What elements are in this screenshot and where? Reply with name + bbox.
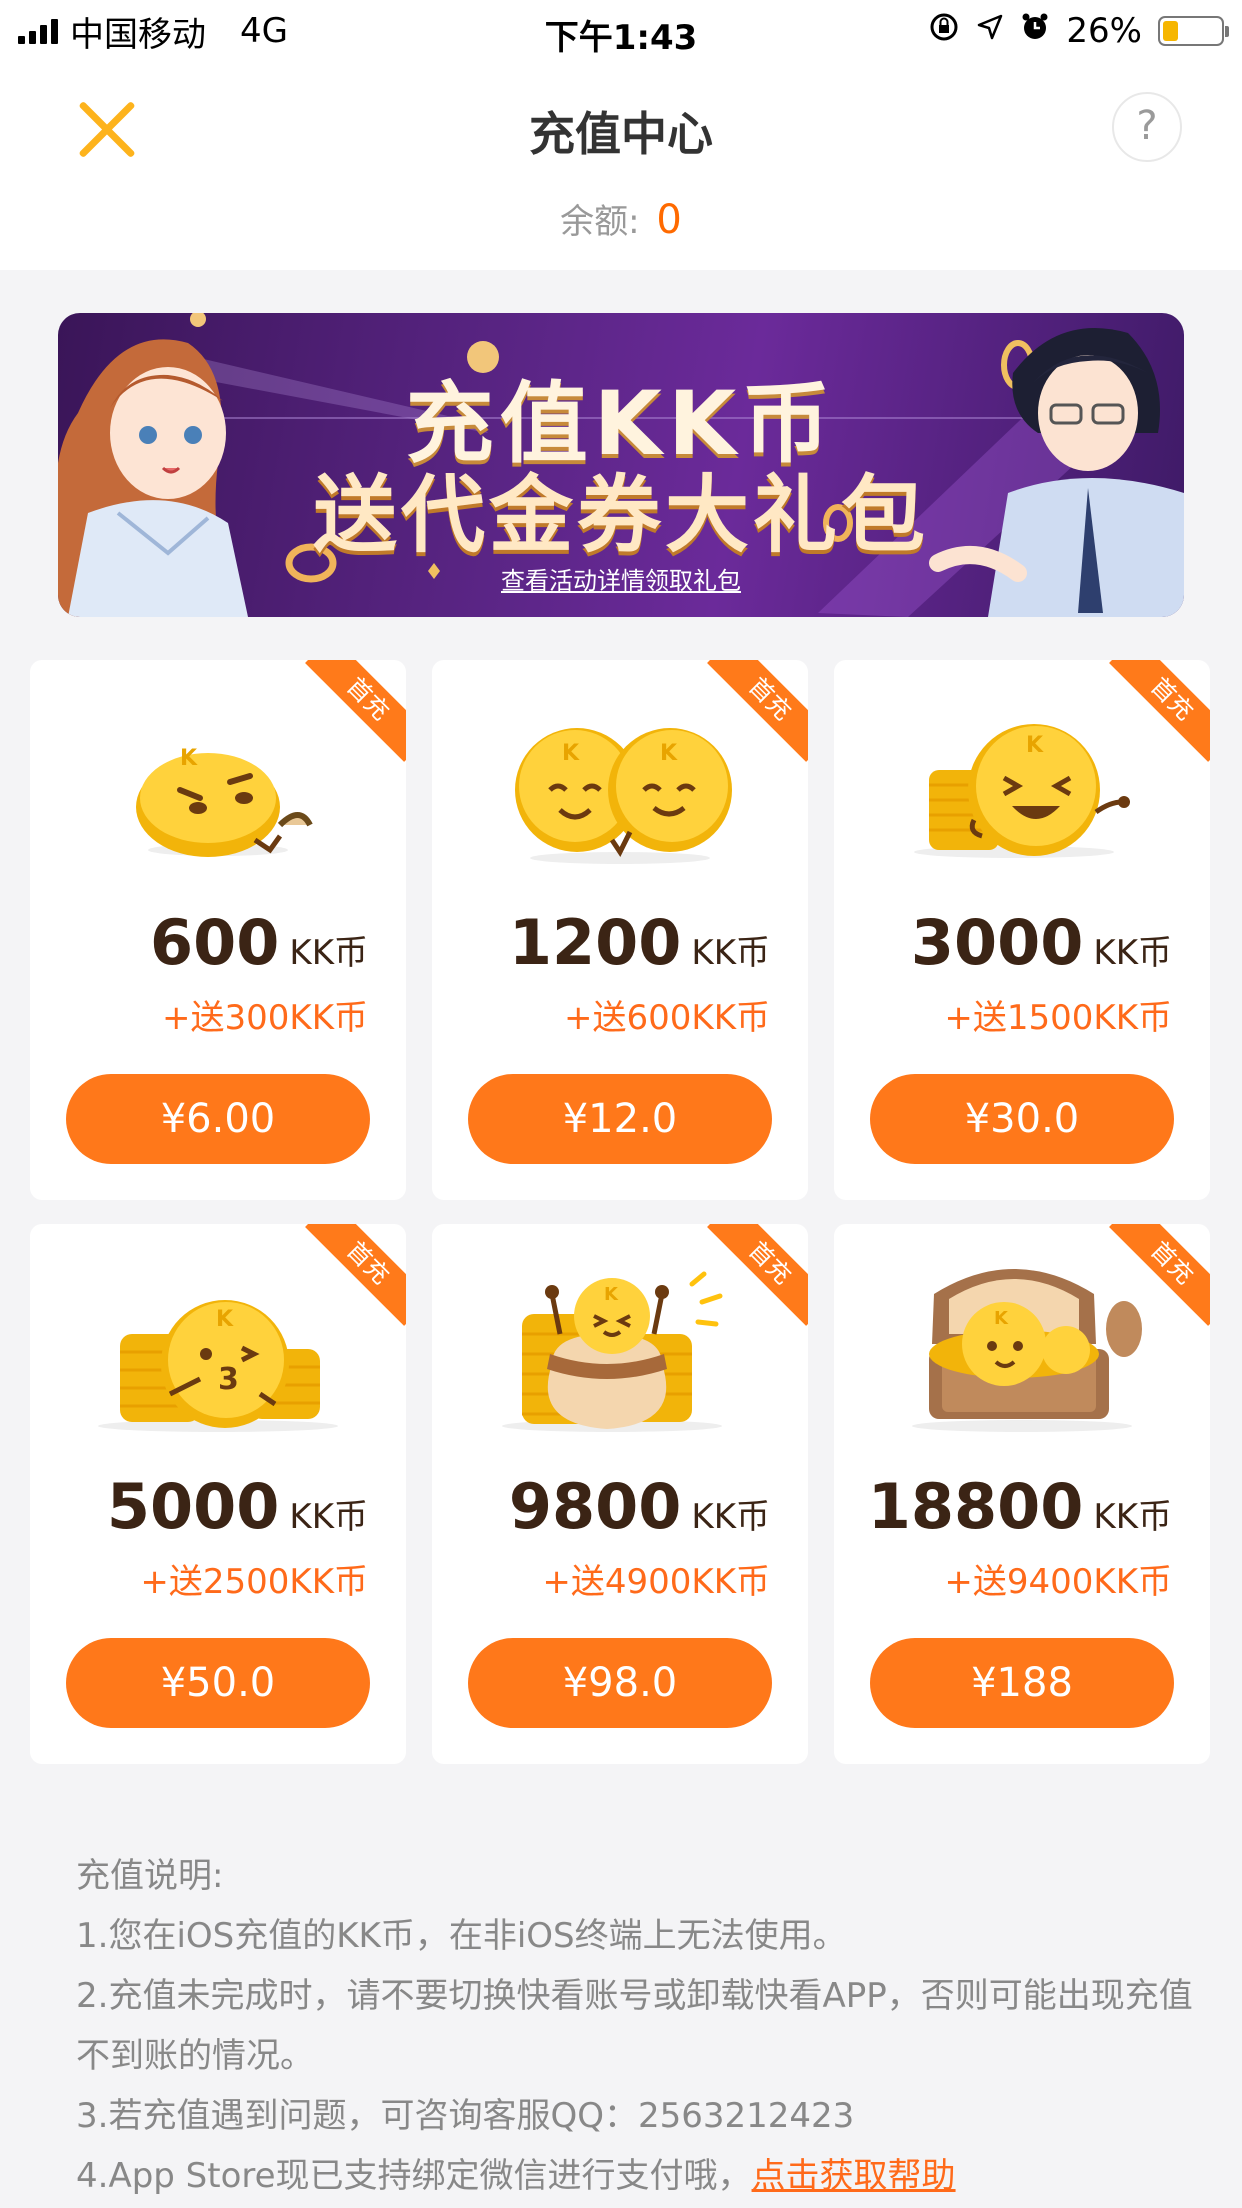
bonus-text: +送600KK币 (564, 998, 770, 1038)
coin-amount: 18800 (867, 1470, 1084, 1543)
notes-line-4-text: 4.App Store现已支持绑定微信进行支付哦， (76, 2156, 752, 2196)
package-card[interactable]: 首充 K 3 5000 KK币 +送2500KK币 ¥50.0 (30, 1224, 406, 1764)
coin-unit: KK币 (691, 933, 770, 973)
svg-text:3: 3 (218, 1362, 239, 1397)
banner-details-link[interactable]: 查看活动详情领取礼包 (58, 561, 1184, 596)
coin-unit: KK币 (289, 933, 368, 973)
alarm-icon (1020, 12, 1050, 50)
battery-icon (1158, 16, 1229, 46)
bonus-text: +送300KK币 (162, 998, 368, 1038)
balance-label: 余额: (560, 202, 640, 242)
coin-amount: 5000 (106, 1470, 280, 1543)
coin-stack-icon: K (914, 724, 1130, 858)
bonus-text: +送1500KK币 (944, 998, 1172, 1038)
package-amount: 600 KK币 (150, 906, 368, 979)
status-right: 26% (928, 10, 1229, 52)
banner-subtitle: 送代金券大礼包 (312, 466, 929, 564)
notes-line-3: 3.若充值遇到问题，可咨询客服QQ：2563212423 (76, 2096, 855, 2136)
status-bar: 中国移动 4G 下午1:43 26% (0, 0, 1242, 62)
page-title: 充值中心 (529, 107, 713, 161)
location-arrow-icon (976, 13, 1004, 49)
svg-text:K: K (180, 746, 198, 771)
package-amount: 1200 KK币 (509, 906, 770, 979)
double-coin-icon: K K (515, 728, 732, 864)
svg-text:K: K (216, 1307, 234, 1332)
notes-line-1: 1.您在iOS充值的KK币，在非iOS终端上无法使用。 (76, 1916, 847, 1956)
coin-bag-icon: K (502, 1271, 723, 1432)
coin-amount: 1200 (508, 906, 682, 979)
package-card[interactable]: 首充 K 9800 KK币 +送4900KK币 ¥98.0 (432, 1224, 808, 1764)
package-card[interactable]: 首充 K 3000 KK币 +送1500KK币 ¥30.0 (834, 660, 1210, 1200)
price-button[interactable]: ¥12.0 (468, 1074, 772, 1164)
bonus-text: +送2500KK币 (140, 1562, 368, 1602)
battery-percent: 26% (1066, 11, 1142, 51)
single-coin-icon: K (136, 746, 313, 857)
coin-unit: KK币 (1093, 1497, 1172, 1537)
treasure-chest-icon: K (912, 1269, 1142, 1432)
bonus-text: +送9400KK币 (944, 1562, 1172, 1602)
recharge-notes: 充值说明: 1.您在iOS充值的KK币，在非iOS终端上无法使用。 2.充值未完… (76, 1846, 1196, 2206)
coin-unit: KK币 (1093, 933, 1172, 973)
svg-text:K: K (562, 741, 580, 766)
coin-amount: 9800 (508, 1470, 682, 1543)
coin-amount: 600 (149, 906, 280, 979)
svg-text:K: K (1026, 733, 1044, 758)
balance-value: 0 (656, 197, 682, 243)
svg-text:K: K (604, 1284, 619, 1305)
promo-banner[interactable]: 充值KK币 送代金券大礼包 查看活动详情领取礼包 (58, 313, 1184, 617)
package-amount: 3000 KK币 (911, 906, 1172, 979)
package-card[interactable]: 首充 K K 1200 KK币 +送600KK币 ¥12.0 (432, 660, 808, 1200)
package-amount: 5000 KK币 (107, 1470, 368, 1543)
package-amount: 9800 KK币 (509, 1470, 770, 1543)
bonus-text: +送4900KK币 (542, 1562, 770, 1602)
coin-unit: KK币 (289, 1497, 368, 1537)
svg-text:K: K (660, 741, 678, 766)
notes-line-4: 4.App Store现已支持绑定微信进行支付哦，点击获取帮助 (76, 2146, 1196, 2206)
battery-level (1163, 21, 1178, 41)
coin-piles-icon: K 3 (98, 1300, 338, 1432)
package-card[interactable]: 首充 K 18800 KK币 +送9400KK币 ¥188 (834, 1224, 1210, 1764)
price-button[interactable]: ¥188 (870, 1638, 1174, 1728)
balance: 余额: 0 (0, 194, 1242, 243)
orientation-lock-icon (928, 11, 960, 51)
notes-line-2: 2.充值未完成时，请不要切换快看账号或卸载快看APP，否则可能出现充值不到账的情… (76, 1976, 1193, 2076)
get-help-link[interactable]: 点击获取帮助 (752, 2156, 956, 2196)
price-button[interactable]: ¥6.00 (66, 1074, 370, 1164)
coin-unit: KK币 (691, 1497, 770, 1537)
help-button[interactable]: ? (1112, 92, 1182, 162)
header: 充值中心 ? 余额: 0 (0, 62, 1242, 270)
package-card[interactable]: 首充 K 600 KK币 +送300KK币 ¥6.00 (30, 660, 406, 1200)
notes-heading: 充值说明: (76, 1856, 224, 1896)
price-button[interactable]: ¥98.0 (468, 1638, 772, 1728)
price-button[interactable]: ¥30.0 (870, 1074, 1174, 1164)
price-button[interactable]: ¥50.0 (66, 1638, 370, 1728)
coin-amount: 3000 (910, 906, 1084, 979)
svg-text:K: K (994, 1308, 1009, 1329)
package-amount: 18800 KK币 (868, 1470, 1172, 1543)
